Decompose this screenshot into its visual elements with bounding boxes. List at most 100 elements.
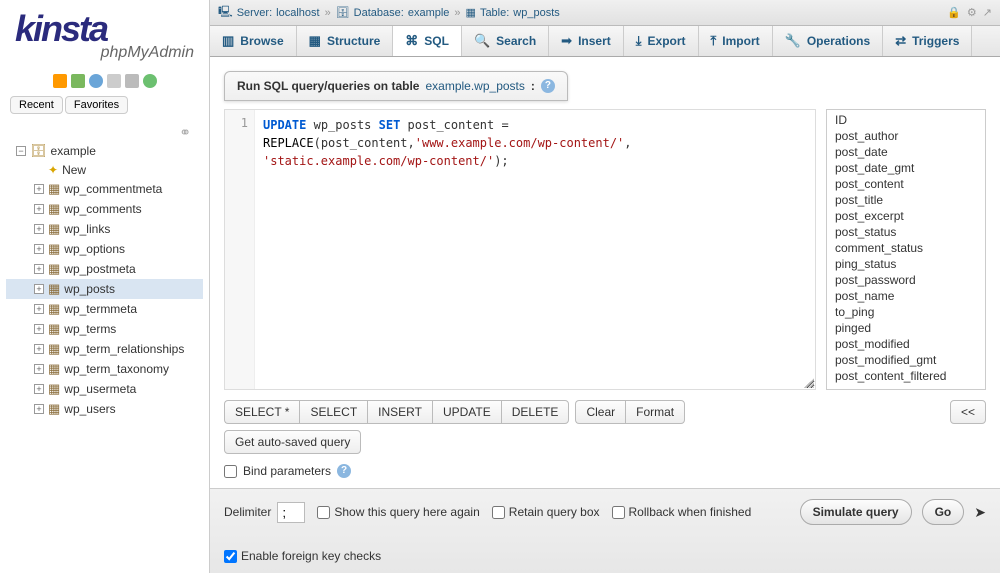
tree-table-wp_termmeta[interactable]: +▦wp_termmeta	[6, 299, 203, 319]
tab-recent[interactable]: Recent	[10, 96, 63, 114]
update-button[interactable]: UPDATE	[432, 400, 501, 424]
sql-editor[interactable]: 1 UPDATE wp_posts SET post_content = REP…	[224, 109, 816, 390]
autosaved-button[interactable]: Get auto-saved query	[224, 430, 361, 454]
delete-button[interactable]: DELETE	[501, 400, 570, 424]
bc-table[interactable]: ▦Table: wp_posts	[466, 6, 560, 19]
tab-operations[interactable]: 🔧Operations	[773, 26, 884, 56]
retain-option[interactable]: Retain query box	[492, 505, 600, 519]
go-button[interactable]: Go	[922, 499, 965, 525]
tree-table-wp_posts[interactable]: +▦wp_posts	[6, 279, 203, 299]
bc-database[interactable]: 🗄Database: example	[336, 6, 450, 19]
simulate-button[interactable]: Simulate query	[800, 499, 912, 525]
column-list[interactable]: IDpost_authorpost_datepost_date_gmtpost_…	[826, 109, 986, 390]
tab-search[interactable]: 🔍Search	[462, 26, 549, 56]
collapse-columns-button[interactable]: <<	[950, 400, 986, 424]
expand-icon[interactable]: +	[34, 244, 44, 254]
bind-params-checkbox[interactable]	[224, 465, 237, 478]
reload-icon[interactable]	[143, 74, 157, 88]
fk-option[interactable]: Enable foreign key checks	[224, 549, 381, 563]
column-option[interactable]: ping_status	[827, 256, 985, 272]
docs-icon[interactable]	[107, 74, 121, 88]
tree-table-wp_commentmeta[interactable]: +▦wp_commentmeta	[6, 179, 203, 199]
collapse-icon[interactable]: −	[16, 146, 26, 156]
expand-icon[interactable]: +	[34, 324, 44, 334]
tab-insert[interactable]: ➟Insert	[549, 26, 624, 56]
column-option[interactable]: post_date_gmt	[827, 160, 985, 176]
select-star-button[interactable]: SELECT *	[224, 400, 299, 424]
expand-icon[interactable]: +	[34, 284, 44, 294]
column-option[interactable]: post_modified_gmt	[827, 352, 985, 368]
code-area[interactable]: UPDATE wp_posts SET post_content = REPLA…	[255, 110, 640, 389]
gear-icon[interactable]: ⚙	[967, 6, 977, 19]
column-option[interactable]: post_content	[827, 176, 985, 192]
bc-server[interactable]: 🖳Server: localhost	[218, 3, 320, 22]
tree-db-node[interactable]: − 🗄 example	[6, 141, 203, 161]
rollback-option[interactable]: Rollback when finished	[612, 505, 752, 519]
exit-icon[interactable]	[71, 74, 85, 88]
tab-import[interactable]: ⤒Import	[699, 26, 773, 56]
tree-table-wp_term_relationships[interactable]: +▦wp_term_relationships	[6, 339, 203, 359]
lock-icon[interactable]: 🔒	[947, 6, 961, 19]
column-option[interactable]: post_status	[827, 224, 985, 240]
home-icon[interactable]	[53, 74, 67, 88]
expand-icon[interactable]: +	[34, 264, 44, 274]
tree-table-wp_comments[interactable]: +▦wp_comments	[6, 199, 203, 219]
expand-icon[interactable]: +	[34, 204, 44, 214]
tree-new[interactable]: ✦ New	[6, 161, 203, 179]
help-icon[interactable]: ?	[541, 79, 555, 93]
rollback-checkbox[interactable]	[612, 506, 625, 519]
column-option[interactable]: to_ping	[827, 304, 985, 320]
tab-triggers[interactable]: ⇄Triggers	[883, 26, 972, 56]
sidebar-toolbar	[0, 70, 209, 92]
settings-icon[interactable]	[125, 74, 139, 88]
column-option[interactable]: post_title	[827, 192, 985, 208]
tree-table-wp_usermeta[interactable]: +▦wp_usermeta	[6, 379, 203, 399]
table-label: wp_term_relationships	[64, 342, 184, 356]
retain-checkbox[interactable]	[492, 506, 505, 519]
tree-table-wp_options[interactable]: +▦wp_options	[6, 239, 203, 259]
tree-table-wp_links[interactable]: +▦wp_links	[6, 219, 203, 239]
query-header-table[interactable]: example.wp_posts	[425, 79, 524, 93]
expand-icon[interactable]: +	[34, 404, 44, 414]
column-option[interactable]: ID	[827, 112, 985, 128]
expand-icon[interactable]: +	[34, 184, 44, 194]
help-icon[interactable]: ?	[337, 464, 351, 478]
resize-handle[interactable]	[804, 378, 814, 388]
format-button[interactable]: Format	[625, 400, 685, 424]
tab-structure[interactable]: ▦Structure	[297, 26, 394, 56]
delimiter-input[interactable]	[277, 502, 305, 523]
show-again-option[interactable]: Show this query here again	[317, 505, 479, 519]
show-again-checkbox[interactable]	[317, 506, 330, 519]
clear-button[interactable]: Clear	[575, 400, 625, 424]
column-option[interactable]: post_content_filtered	[827, 368, 985, 384]
expand-icon[interactable]: +	[34, 364, 44, 374]
insert-button[interactable]: INSERT	[367, 400, 432, 424]
tab-export[interactable]: ⤓Export	[624, 26, 699, 56]
expand-icon[interactable]: +	[34, 384, 44, 394]
select-button[interactable]: SELECT	[299, 400, 367, 424]
column-option[interactable]: post_modified	[827, 336, 985, 352]
tree-table-wp_postmeta[interactable]: +▦wp_postmeta	[6, 259, 203, 279]
tab-browse[interactable]: ▥Browse	[210, 26, 297, 56]
cursor-icon: ➤	[974, 504, 986, 521]
column-option[interactable]: comment_status	[827, 240, 985, 256]
overview-icon[interactable]: ↗	[983, 6, 992, 19]
column-option[interactable]: pinged	[827, 320, 985, 336]
expand-icon[interactable]: +	[34, 304, 44, 314]
column-option[interactable]: post_password	[827, 272, 985, 288]
expand-icon[interactable]: +	[34, 344, 44, 354]
tab-label: Insert	[578, 34, 611, 48]
fk-checkbox[interactable]	[224, 550, 237, 563]
column-option[interactable]: post_excerpt	[827, 208, 985, 224]
sql-icon[interactable]	[89, 74, 103, 88]
expand-icon[interactable]: +	[34, 224, 44, 234]
column-option[interactable]: post_author	[827, 128, 985, 144]
link-icon[interactable]: ⚭	[6, 124, 203, 141]
tree-table-wp_terms[interactable]: +▦wp_terms	[6, 319, 203, 339]
column-option[interactable]: post_name	[827, 288, 985, 304]
tree-table-wp_users[interactable]: +▦wp_users	[6, 399, 203, 419]
tree-table-wp_term_taxonomy[interactable]: +▦wp_term_taxonomy	[6, 359, 203, 379]
tab-favorites[interactable]: Favorites	[65, 96, 128, 114]
column-option[interactable]: post_date	[827, 144, 985, 160]
tab-sql[interactable]: ⌘SQL	[393, 26, 462, 56]
